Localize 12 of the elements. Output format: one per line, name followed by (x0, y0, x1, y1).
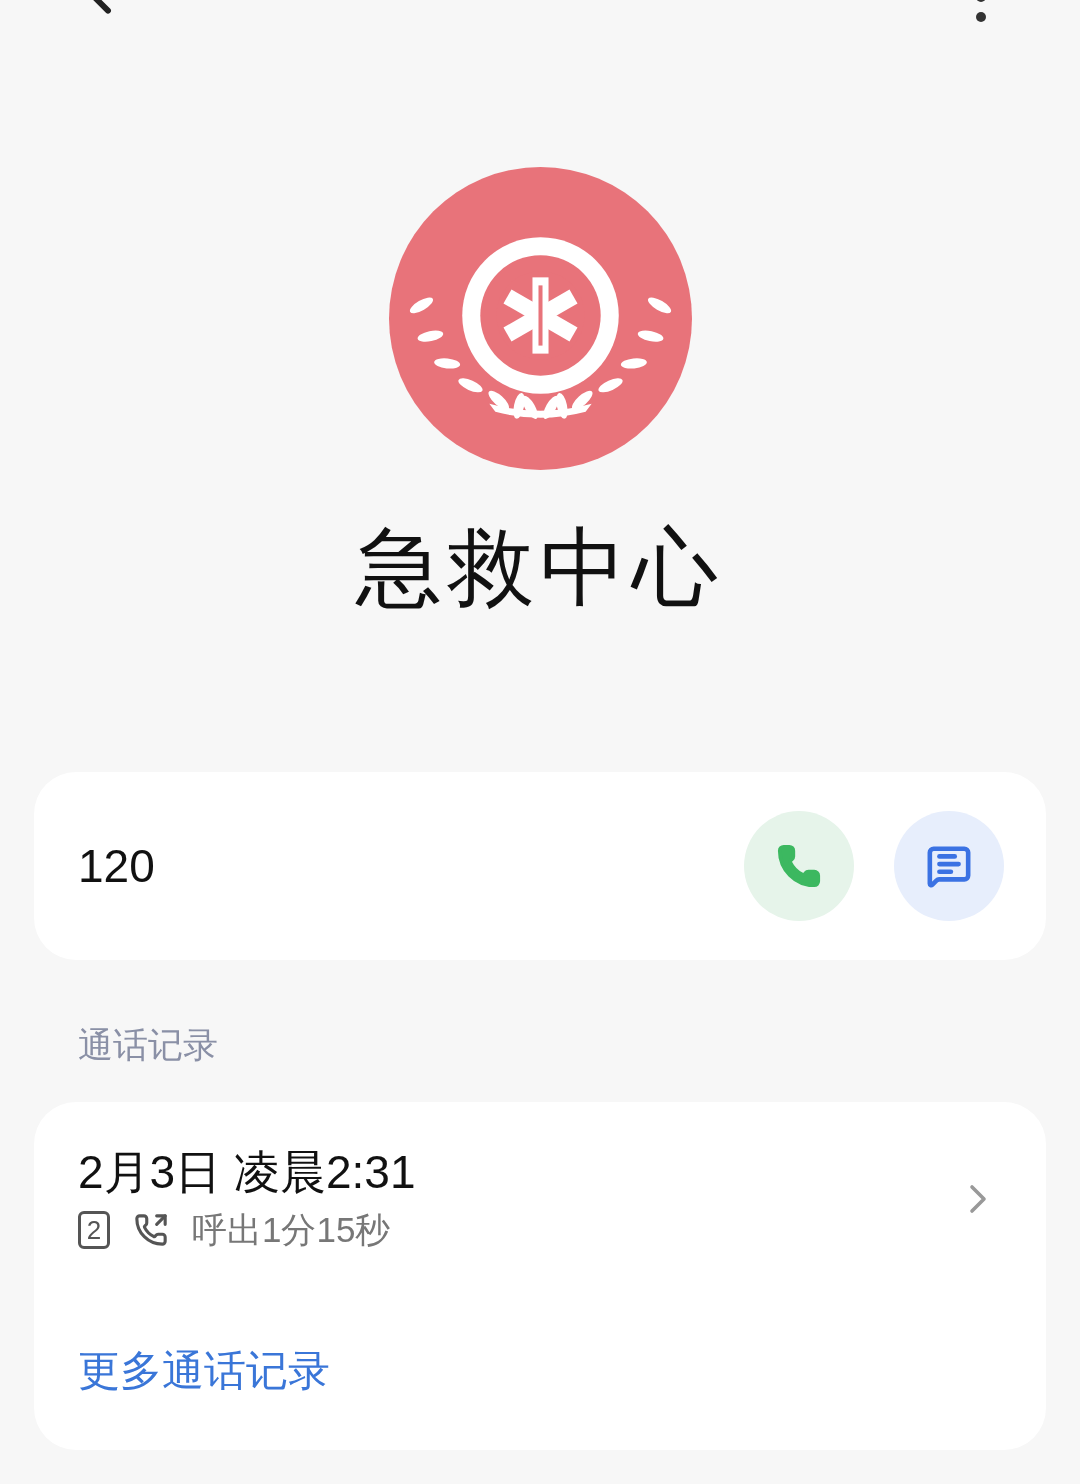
call-detail: 呼出1分15秒 (192, 1209, 391, 1251)
outgoing-call-icon (134, 1213, 168, 1248)
sim-icon: 2 (78, 1211, 110, 1250)
message-icon (926, 843, 972, 889)
more-call-log-link[interactable]: 更多通话记录 (78, 1338, 330, 1402)
section-title: 通话记录 (78, 1023, 218, 1066)
call-date: 2月3日 凌晨2:31 (78, 1145, 417, 1200)
call-log-entry[interactable]: 2月3日 凌晨2:31 2 呼出1分15秒 (78, 1142, 1002, 1257)
phone-icon (776, 843, 822, 889)
phone-number: 120 (78, 838, 156, 894)
more-options-icon[interactable] (975, 0, 987, 22)
contact-name: 急救中心 (356, 518, 724, 617)
